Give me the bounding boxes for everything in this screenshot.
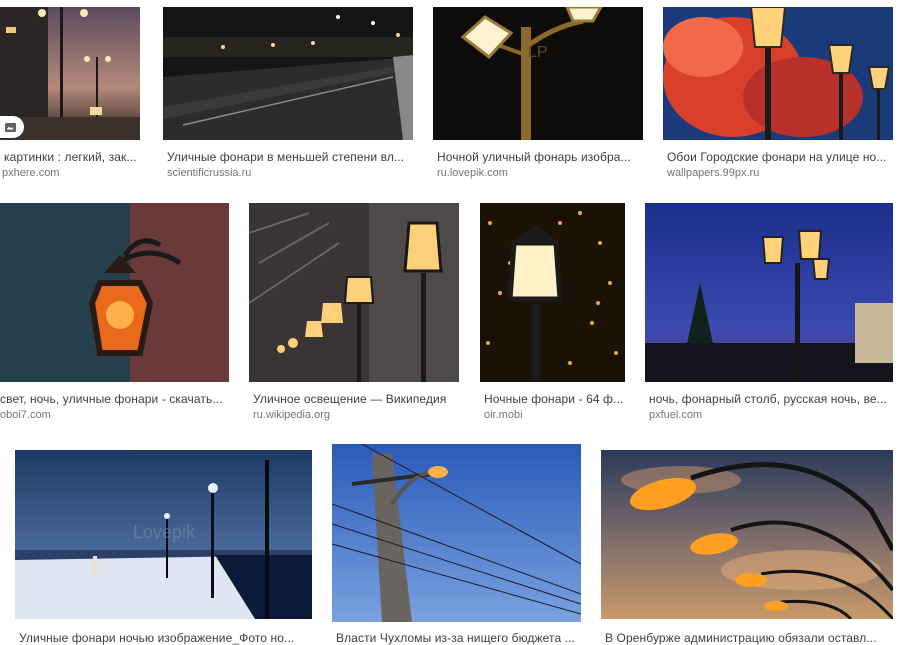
result-thumbnail[interactable] bbox=[163, 7, 413, 140]
result-title[interactable]: картинки : легкий, зак... bbox=[4, 150, 140, 164]
result-card-oboi7[interactable]: свет, ночь, уличные фонари - скачать... … bbox=[0, 203, 229, 425]
result-thumbnail[interactable] bbox=[0, 203, 229, 382]
result-source[interactable]: ru.wikipedia.org bbox=[253, 409, 459, 421]
result-card-99px[interactable]: Обои Городские фонари на улице но... wal… bbox=[663, 7, 893, 182]
result-title[interactable]: Уличные фонари в меньшей степени вл... bbox=[167, 150, 413, 164]
result-card-oir[interactable]: Ночные фонари - 64 ф... oir.mobi bbox=[480, 203, 625, 425]
result-source[interactable]: wallpapers.99px.ru bbox=[667, 167, 893, 179]
result-title[interactable]: Ночной уличный фонарь изобра... bbox=[437, 150, 643, 164]
result-title[interactable]: Ночные фонари - 64 ф... bbox=[484, 392, 625, 406]
result-card-lovepik-night[interactable]: Lovepik Уличные фонари ночью изображение… bbox=[15, 450, 312, 645]
watermark-text: Lovepik bbox=[133, 522, 196, 542]
image-type-icon bbox=[0, 116, 24, 138]
svg-text:LP: LP bbox=[528, 44, 548, 61]
result-card-orenburg[interactable]: В Оренбурже администрацию обязали оставл… bbox=[601, 450, 893, 645]
result-thumbnail[interactable] bbox=[480, 203, 625, 382]
result-source[interactable]: pxhere.com bbox=[2, 167, 140, 179]
result-thumbnail[interactable] bbox=[332, 444, 581, 622]
result-card-scientificrussia[interactable]: Уличные фонари в меньшей степени вл... s… bbox=[163, 7, 413, 182]
result-source[interactable]: oir.mobi bbox=[484, 409, 625, 421]
result-title[interactable]: Обои Городские фонари на улице но... bbox=[667, 150, 893, 164]
result-title[interactable]: ночь, фонарный столб, русская ночь, ве..… bbox=[649, 392, 893, 406]
result-card-pxfuel[interactable]: ночь, фонарный столб, русская ночь, ве..… bbox=[645, 203, 893, 425]
result-card-lovepik[interactable]: LP Ночной уличный фонарь изобра... ru.lo… bbox=[433, 7, 643, 182]
result-thumbnail[interactable] bbox=[249, 203, 459, 382]
result-thumbnail[interactable] bbox=[0, 7, 140, 140]
result-thumbnail[interactable] bbox=[601, 450, 893, 619]
result-title[interactable]: свет, ночь, уличные фонари - скачать... bbox=[0, 392, 229, 406]
result-title[interactable]: Уличное освещение — Википедия bbox=[253, 392, 459, 406]
result-source[interactable]: pxfuel.com bbox=[649, 409, 893, 421]
result-source[interactable]: ru.lovepik.com bbox=[437, 167, 643, 179]
result-thumbnail[interactable]: Lovepik bbox=[15, 450, 312, 619]
result-thumbnail[interactable]: LP bbox=[433, 7, 643, 140]
result-thumbnail[interactable] bbox=[645, 203, 893, 382]
result-source[interactable]: oboi7.com bbox=[0, 409, 229, 421]
result-card-pxhere[interactable]: картинки : легкий, зак... pxhere.com bbox=[0, 7, 140, 182]
result-source[interactable]: scientificrussia.ru bbox=[167, 167, 413, 179]
result-card-wikipedia[interactable]: Уличное освещение — Википедия ru.wikiped… bbox=[249, 203, 459, 425]
result-card-chukhloma[interactable]: Власти Чухломы из-за нищего бюджета ... bbox=[332, 444, 581, 645]
result-thumbnail[interactable] bbox=[663, 7, 893, 140]
